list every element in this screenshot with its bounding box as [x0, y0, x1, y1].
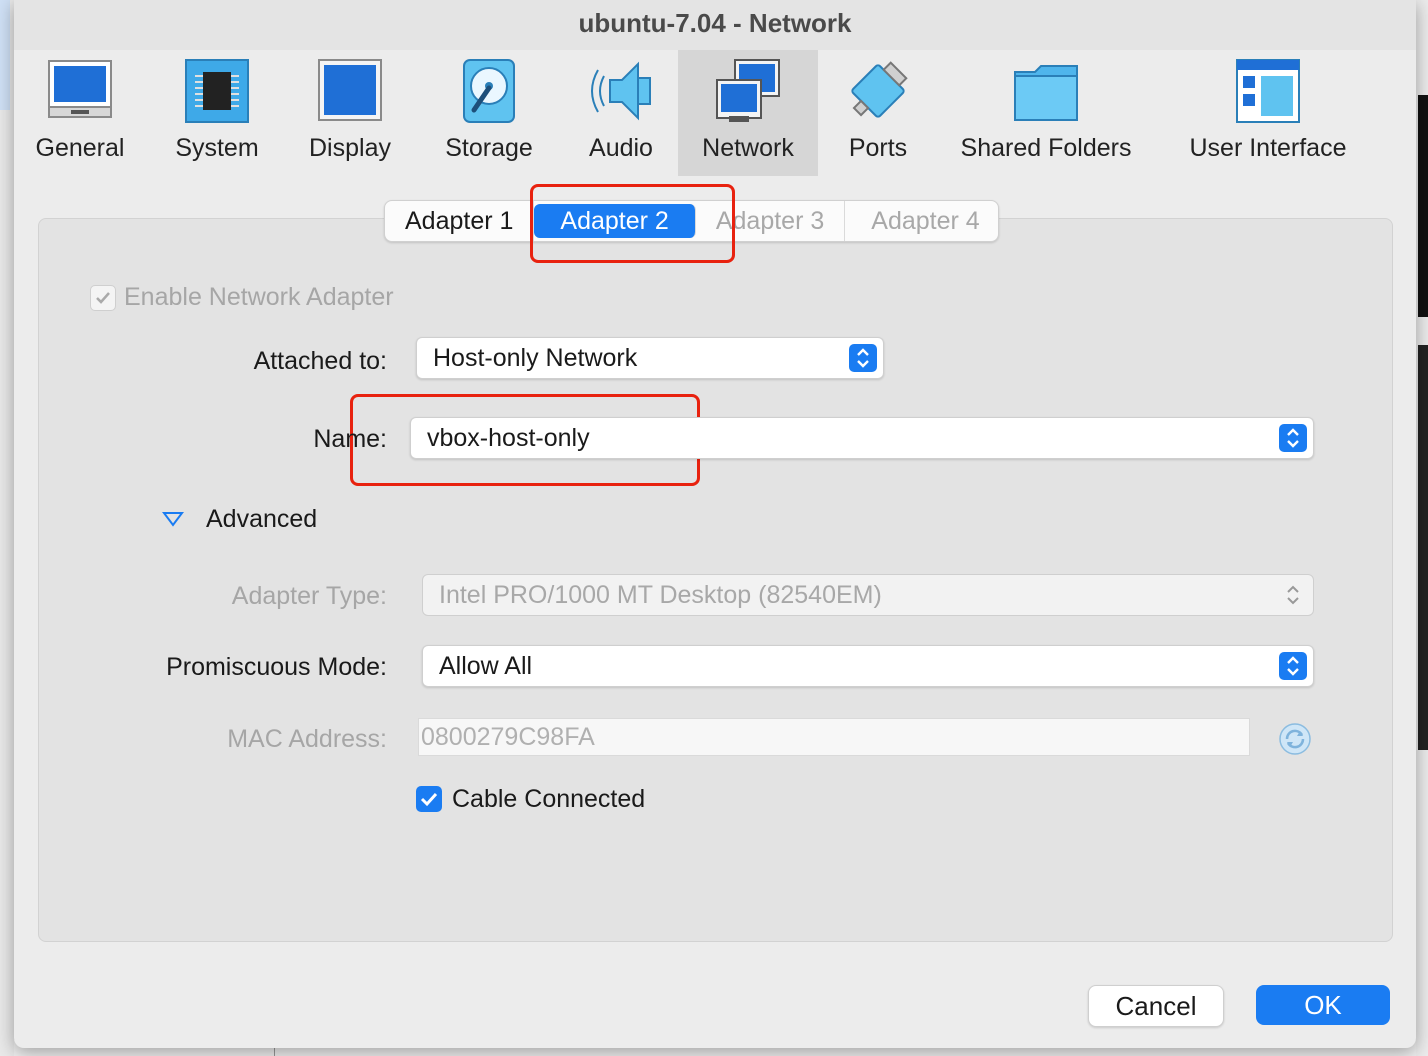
checkmark-icon [96, 292, 110, 304]
toolbar-label: Network [702, 134, 794, 162]
disclosure-triangle-icon[interactable] [162, 510, 184, 528]
attached-to-select[interactable]: Host-only Network [416, 337, 884, 379]
background-selection [0, 0, 10, 110]
disk-icon [463, 59, 515, 123]
name-label: Name: [313, 425, 387, 453]
toolbar-label: Storage [445, 134, 533, 162]
name-value: vbox-host-only [427, 424, 590, 452]
toolbar-item-system[interactable]: System [154, 50, 280, 176]
promiscuous-mode-select[interactable]: Allow All [422, 645, 1314, 687]
toolbar-item-user-interface[interactable]: User Interface [1162, 50, 1374, 176]
toolbar-label: General [35, 134, 125, 162]
settings-toolbar: General System Display Storage Audio Net… [14, 50, 1416, 176]
toolbar-label: User Interface [1189, 134, 1347, 162]
promiscuous-mode-label: Promiscuous Mode: [166, 653, 387, 681]
adapter-type-select[interactable]: Intel PRO/1000 MT Desktop (82540EM) [422, 574, 1314, 616]
tab-adapter-4[interactable]: Adapter 4 [845, 201, 997, 241]
general-icon [48, 60, 112, 118]
monitor-icon [318, 59, 382, 121]
promiscuous-mode-value: Allow All [439, 652, 533, 680]
plug-icon [851, 61, 908, 118]
toolbar-item-audio[interactable]: Audio [566, 50, 676, 176]
mac-address-label: MAC Address: [227, 725, 387, 753]
window-layout-icon [1236, 59, 1300, 123]
cancel-button[interactable]: Cancel [1088, 985, 1224, 1027]
network-icon [716, 59, 780, 122]
tab-adapter-1[interactable]: Adapter 1 [385, 201, 535, 241]
enable-adapter-label: Enable Network Adapter [124, 283, 394, 311]
chip-icon [185, 59, 249, 123]
highlight-box-adapter-tab [530, 184, 735, 263]
toolbar-item-ports[interactable]: Ports [828, 50, 928, 176]
toolbar-item-network[interactable]: Network [678, 50, 818, 176]
name-select[interactable]: vbox-host-only [410, 417, 1314, 459]
window-title: ubuntu-7.04 - Network [14, 0, 1416, 50]
enable-adapter-checkbox[interactable] [90, 285, 116, 311]
speaker-icon [591, 61, 651, 121]
toolbar-label: Display [309, 134, 391, 162]
chevron-updown-icon [849, 344, 877, 372]
adapter-type-label: Adapter Type: [231, 582, 387, 610]
folder-icon [1014, 65, 1078, 121]
chevron-updown-icon [1279, 652, 1307, 680]
cable-connected-label: Cable Connected [452, 785, 646, 813]
toolbar-item-display[interactable]: Display [288, 50, 412, 176]
toolbar-label: System [175, 134, 259, 162]
toolbar-item-storage[interactable]: Storage [426, 50, 552, 176]
toolbar-item-general[interactable]: General [18, 50, 142, 176]
background-preview-lower [1418, 345, 1428, 750]
toolbar-item-shared-folders[interactable]: Shared Folders [942, 50, 1150, 176]
chevron-updown-icon [1279, 581, 1307, 609]
advanced-label[interactable]: Advanced [206, 505, 317, 534]
chevron-updown-icon [1279, 424, 1307, 452]
adapter-type-value: Intel PRO/1000 MT Desktop (82540EM) [439, 581, 882, 609]
attached-to-label: Attached to: [253, 347, 387, 375]
refresh-icon[interactable] [1278, 722, 1312, 756]
attached-to-value: Host-only Network [433, 344, 638, 372]
toolbar-label: Audio [589, 134, 653, 162]
toolbar-label: Shared Folders [960, 134, 1132, 162]
ok-button[interactable]: OK [1256, 985, 1390, 1025]
checkmark-icon [420, 792, 438, 807]
cable-connected-checkbox[interactable] [416, 786, 442, 812]
settings-dialog: ubuntu-7.04 - Network General System Dis… [14, 0, 1416, 1048]
background-preview [1418, 95, 1428, 317]
mac-address-field[interactable]: 0800279C98FA [418, 718, 1250, 756]
background-window-left [0, 0, 15, 1056]
toolbar-label: Ports [848, 134, 908, 162]
